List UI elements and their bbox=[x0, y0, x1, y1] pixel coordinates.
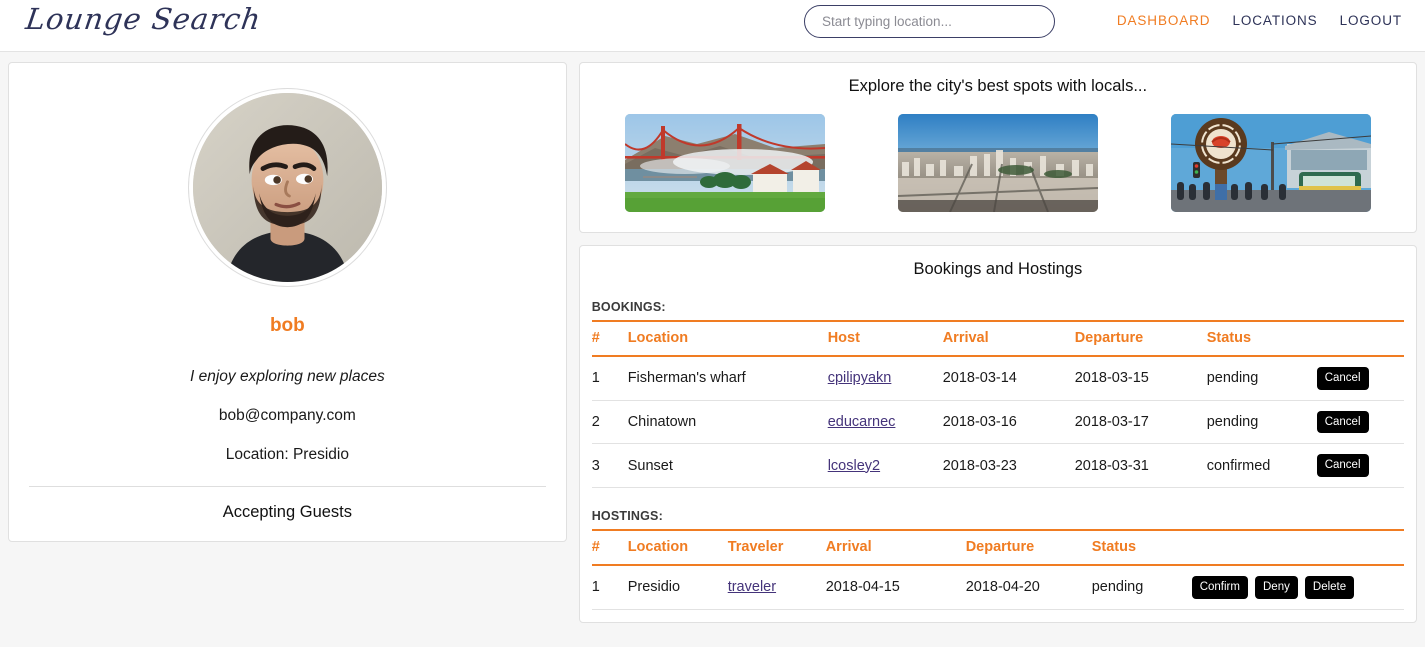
booking-num: 2 bbox=[591, 400, 628, 445]
booking-status: pending bbox=[1206, 400, 1317, 445]
booking-location: Chinatown bbox=[627, 400, 828, 445]
main-nav: DASHBOARD LOCATIONS LOGOUT bbox=[1117, 13, 1402, 28]
hostings-col-status: Status bbox=[1091, 528, 1192, 566]
cancel-booking-button[interactable]: Cancel bbox=[1316, 367, 1369, 390]
top-header: Lounge Search DASHBOARD LOCATIONS LOGOUT bbox=[0, 0, 1425, 52]
hosting-traveler-cell: traveler bbox=[727, 564, 826, 610]
bookings-col-host: Host bbox=[827, 320, 943, 357]
user-photo-icon bbox=[192, 93, 382, 282]
delete-hosting-button[interactable]: Delete bbox=[1304, 575, 1355, 599]
booking-host-link[interactable]: cpilipyakn bbox=[828, 370, 892, 386]
hosting-num: 1 bbox=[591, 564, 628, 610]
hostings-section-label: HOSTINGS: bbox=[591, 508, 663, 523]
booking-arrival: 2018-03-16 bbox=[942, 400, 1075, 445]
hostings-col-num: # bbox=[591, 528, 628, 566]
cancel-booking-button[interactable]: Cancel bbox=[1316, 410, 1369, 434]
fishermans-wharf-icon bbox=[1170, 114, 1371, 212]
booking-status: pending bbox=[1206, 356, 1317, 401]
bookings-col-arrival: Arrival bbox=[942, 320, 1075, 357]
booking-num: 3 bbox=[591, 443, 628, 488]
bookings-col-actions bbox=[1316, 320, 1404, 357]
fishermans-wharf-thumbnail[interactable] bbox=[1170, 114, 1371, 212]
brand-logo[interactable]: Lounge Search bbox=[24, 2, 264, 36]
hostings-table-body: 1 Presidio traveler 2018-04-15 2018-04-2… bbox=[591, 564, 1404, 610]
profile-card: bob I enjoy exploring new places bob@com… bbox=[8, 62, 567, 542]
nav-link-locations[interactable]: LOCATIONS bbox=[1232, 13, 1317, 28]
hostings-table-head: # Location Traveler Arrival Departure St… bbox=[591, 528, 1404, 566]
hostings-col-traveler: Traveler bbox=[727, 528, 826, 566]
bookings-col-num: # bbox=[591, 320, 628, 357]
booking-host-link[interactable]: lcosley2 bbox=[828, 458, 880, 474]
booking-host-cell: cpilipyakn bbox=[827, 356, 943, 401]
nav-link-dashboard[interactable]: DASHBOARD bbox=[1117, 13, 1211, 28]
hostings-header-row: # Location Traveler Arrival Departure St… bbox=[591, 528, 1404, 566]
explore-card: Explore the city's best spots with local… bbox=[578, 62, 1417, 233]
booking-arrival: 2018-03-23 bbox=[942, 443, 1075, 488]
nav-link-logout[interactable]: LOGOUT bbox=[1340, 13, 1402, 28]
booking-departure: 2018-03-17 bbox=[1074, 400, 1207, 445]
city-skyline-icon bbox=[897, 114, 1098, 212]
bookings-header-row: # Location Host Arrival Departure Status bbox=[591, 320, 1404, 357]
search-box[interactable] bbox=[804, 5, 1055, 38]
profile-email: bob@company.com bbox=[218, 407, 356, 424]
booking-status: confirmed bbox=[1206, 443, 1317, 488]
avatar bbox=[188, 89, 386, 286]
bookings-table-body: 1 Fisherman's wharf cpilipyakn 2018-03-1… bbox=[591, 356, 1404, 488]
cancel-booking-button[interactable]: Cancel bbox=[1316, 454, 1369, 477]
search-input[interactable] bbox=[804, 5, 1055, 38]
hosting-departure: 2018-04-20 bbox=[965, 564, 1092, 610]
hostings-table: # Location Traveler Arrival Departure St… bbox=[591, 528, 1404, 610]
bookings-table: # Location Host Arrival Departure Status… bbox=[591, 320, 1404, 488]
booking-actions-cell: Cancel bbox=[1316, 400, 1404, 445]
booking-actions-cell: Cancel bbox=[1316, 443, 1404, 488]
booking-host-cell: educarnec bbox=[827, 400, 943, 445]
booking-host-cell: lcosley2 bbox=[827, 443, 943, 488]
table-row: 2 Chinatown educarnec 2018-03-16 2018-03… bbox=[591, 400, 1404, 445]
booking-actions-cell: Cancel bbox=[1316, 356, 1404, 401]
table-row: 3 Sunset lcosley2 2018-03-23 2018-03-31 … bbox=[591, 443, 1404, 488]
hostings-col-departure: Departure bbox=[965, 528, 1092, 566]
bookings-col-status: Status bbox=[1206, 320, 1317, 357]
hosting-traveler-link[interactable]: traveler bbox=[728, 579, 776, 595]
booking-departure: 2018-03-15 bbox=[1074, 356, 1207, 401]
profile-username: bob bbox=[269, 315, 305, 336]
golden-gate-bridge-thumbnail[interactable] bbox=[624, 114, 825, 212]
explore-title: Explore the city's best spots with local… bbox=[848, 77, 1148, 95]
bookings-panel-title: Bookings and Hostings bbox=[913, 260, 1083, 278]
explore-thumbnail-row bbox=[580, 114, 1416, 212]
booking-location: Sunset bbox=[627, 443, 828, 488]
profile-tagline: I enjoy exploring new places bbox=[189, 368, 385, 385]
booking-arrival: 2018-03-14 bbox=[942, 356, 1075, 401]
page-body: bob I enjoy exploring new places bob@com… bbox=[0, 52, 1425, 623]
table-row: 1 Fisherman's wharf cpilipyakn 2018-03-1… bbox=[591, 356, 1404, 401]
hosting-arrival: 2018-04-15 bbox=[825, 564, 966, 610]
hosting-actions-cell: Confirm Deny Delete bbox=[1191, 564, 1404, 610]
avatar-wrapper bbox=[27, 89, 548, 286]
bookings-col-location: Location bbox=[627, 320, 828, 357]
booking-host-link[interactable]: educarnec bbox=[828, 414, 896, 430]
golden-gate-bridge-icon bbox=[624, 114, 825, 212]
right-column: Explore the city's best spots with local… bbox=[578, 62, 1417, 623]
bookings-hostings-card: Bookings and Hostings BOOKINGS: # Locati… bbox=[578, 245, 1417, 623]
profile-status: Accepting Guests bbox=[222, 503, 353, 521]
hostings-col-location: Location bbox=[627, 528, 728, 566]
confirm-hosting-button[interactable]: Confirm bbox=[1191, 575, 1248, 599]
bookings-section-label: BOOKINGS: bbox=[591, 300, 666, 314]
city-skyline-thumbnail[interactable] bbox=[897, 114, 1098, 212]
deny-hosting-button[interactable]: Deny bbox=[1255, 575, 1298, 599]
hosting-location: Presidio bbox=[627, 564, 728, 610]
hostings-col-arrival: Arrival bbox=[825, 528, 966, 566]
bookings-table-head: # Location Host Arrival Departure Status bbox=[591, 320, 1404, 357]
booking-location: Fisherman's wharf bbox=[627, 356, 828, 401]
bookings-col-departure: Departure bbox=[1074, 320, 1207, 357]
booking-num: 1 bbox=[591, 356, 628, 401]
profile-location: Location: Presidio bbox=[225, 446, 349, 463]
table-row: 1 Presidio traveler 2018-04-15 2018-04-2… bbox=[591, 564, 1404, 610]
booking-departure: 2018-03-31 bbox=[1074, 443, 1207, 488]
hostings-col-actions bbox=[1191, 528, 1404, 566]
hosting-status: pending bbox=[1091, 564, 1192, 610]
